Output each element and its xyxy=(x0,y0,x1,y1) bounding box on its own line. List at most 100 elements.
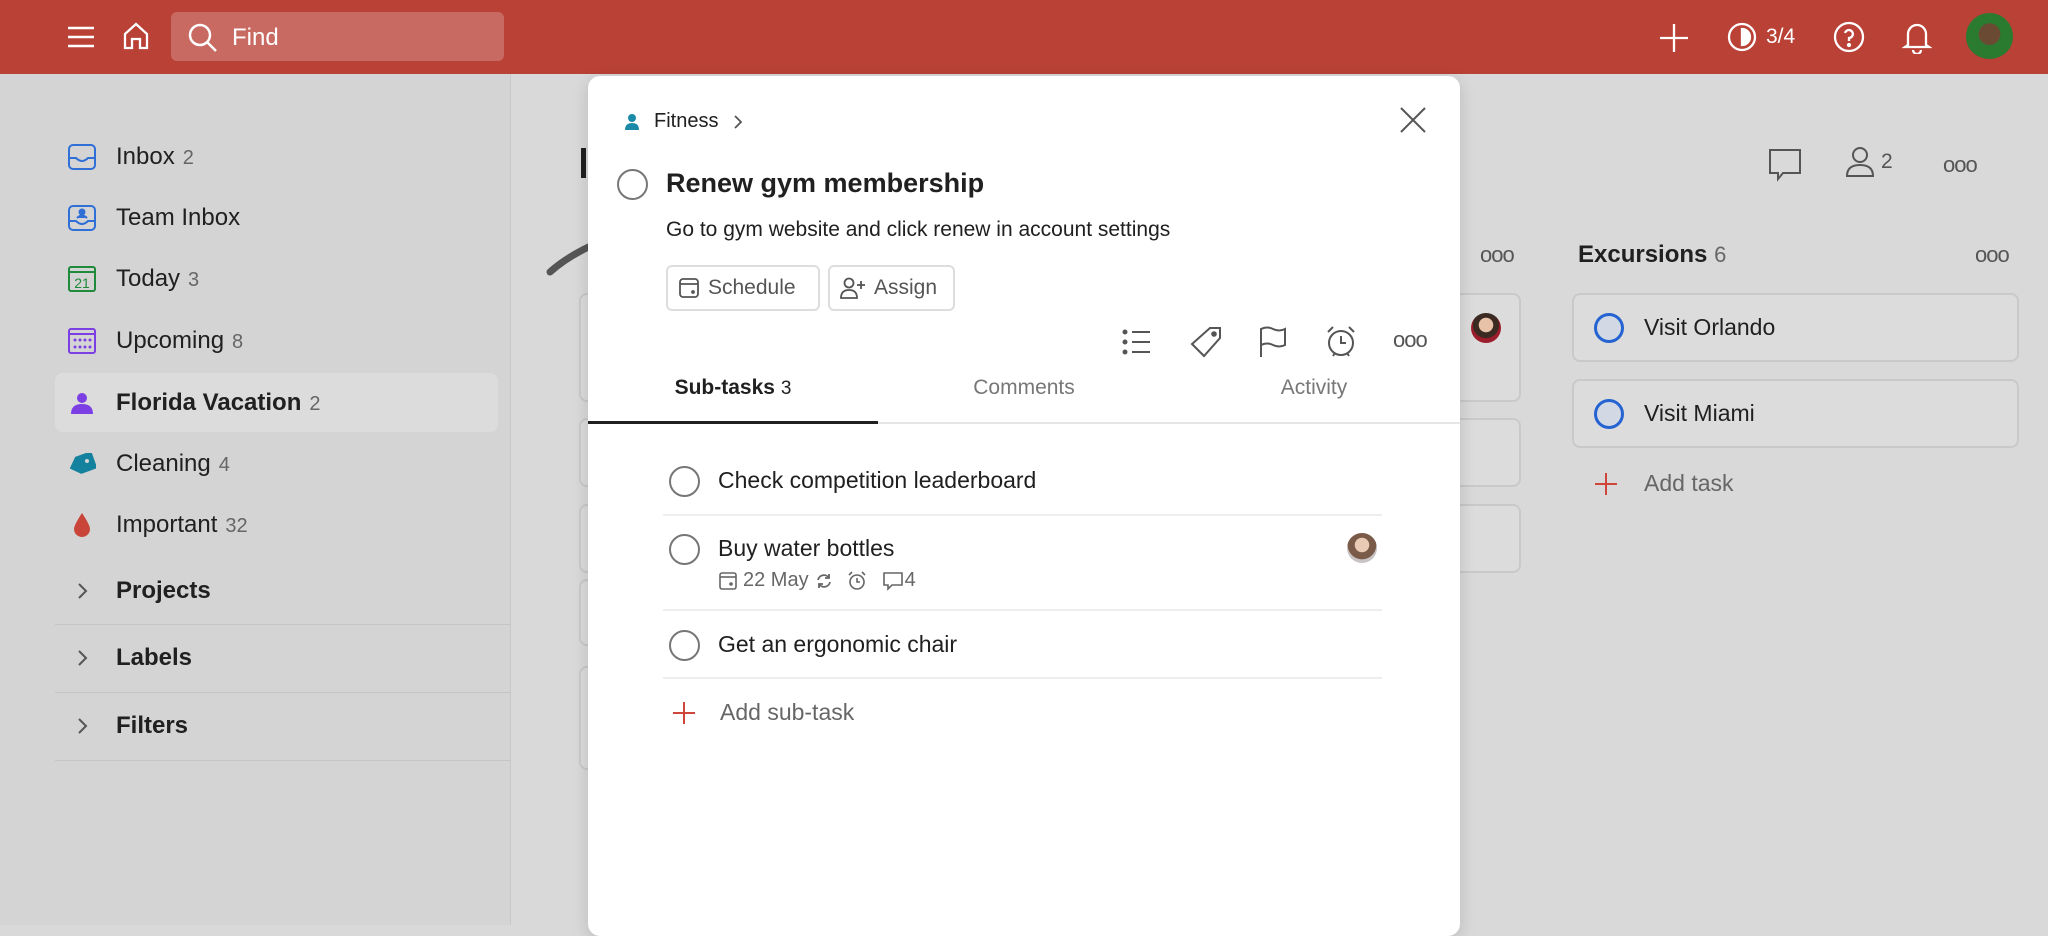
add-subtask-button[interactable]: Add sub-task xyxy=(672,699,854,726)
project-title-fragment xyxy=(581,148,586,178)
subtask-title[interactable]: Get an ergonomic chair xyxy=(718,631,957,658)
add-task-label: Add task xyxy=(1644,470,1734,496)
divider xyxy=(55,760,511,761)
tab-label: Sub-tasks xyxy=(674,376,775,399)
schedule-button[interactable]: Schedule xyxy=(666,265,820,311)
chevron-right-icon xyxy=(67,643,97,673)
reminder-icon[interactable] xyxy=(1325,325,1357,359)
task-detail-modal: Fitness Renew gym membership Go to gym w… xyxy=(588,76,1460,936)
top-bar: Find 3/4 xyxy=(0,0,2048,74)
sidebar-section-labels[interactable]: Labels xyxy=(55,628,498,687)
calendar-today-icon: 21 xyxy=(67,264,97,294)
divider xyxy=(663,677,1382,679)
excursions-more-icon[interactable]: ooo xyxy=(1975,242,2010,268)
task-title: Visit Miami xyxy=(1644,400,1755,426)
add-subtask-label: Add sub-task xyxy=(720,699,855,725)
subtask-assignee-avatar xyxy=(1347,533,1377,563)
breadcrumb[interactable]: Fitness xyxy=(624,110,744,133)
task-card-visit-orlando[interactable]: Visit Orlando xyxy=(1572,293,2019,362)
comments-icon[interactable] xyxy=(1768,148,1802,187)
schedule-label: Schedule xyxy=(708,276,796,299)
subtask-checkbox[interactable] xyxy=(669,466,700,497)
add-task-button[interactable]: Add task xyxy=(1594,470,1734,497)
task-card-visit-miami[interactable]: Visit Miami xyxy=(1572,379,2019,448)
subtask-comment-count: 4 xyxy=(904,569,916,591)
column-title: Excursions xyxy=(1578,241,1708,268)
svg-text:21: 21 xyxy=(74,275,90,291)
divider xyxy=(663,609,1382,611)
home-icon[interactable] xyxy=(120,20,152,52)
subtask-title[interactable]: Buy water bottles xyxy=(718,535,894,562)
recurring-icon xyxy=(816,573,831,588)
person-icon xyxy=(625,113,639,130)
user-avatar[interactable] xyxy=(1966,13,2013,60)
sidebar-item-label: Upcoming xyxy=(116,326,225,354)
sidebar-item-upcoming[interactable]: Upcoming 8 xyxy=(55,311,498,370)
subtask-checkbox[interactable] xyxy=(669,630,700,661)
label-icon[interactable] xyxy=(1190,326,1222,358)
bell-icon[interactable] xyxy=(1901,20,1933,54)
subtask-title[interactable]: Check competition leaderboard xyxy=(718,467,1036,494)
sidebar-item-today[interactable]: 21 Today 3 xyxy=(55,249,498,308)
divider xyxy=(55,692,511,693)
task-title[interactable]: Renew gym membership xyxy=(666,168,984,199)
active-tab-indicator xyxy=(588,421,878,424)
more-actions-icon[interactable]: ooo xyxy=(1393,327,1428,353)
karma-count: 3/4 xyxy=(1766,25,1796,48)
menu-icon[interactable] xyxy=(66,22,96,52)
list-icon[interactable] xyxy=(1122,328,1152,356)
subtask-checkbox[interactable] xyxy=(669,534,700,565)
task-checkbox[interactable] xyxy=(1594,312,1624,343)
share-button[interactable]: 2 xyxy=(1845,146,1893,178)
tab-activity[interactable]: Activity xyxy=(1281,376,1348,400)
sidebar-section-label: Projects xyxy=(116,576,211,604)
sidebar-item-inbox[interactable]: Inbox 2 xyxy=(55,127,498,186)
divider xyxy=(663,514,1382,516)
plus-icon xyxy=(1595,472,1617,495)
calendar-icon xyxy=(719,571,737,590)
inbox-icon xyxy=(67,142,97,172)
karma-button[interactable]: 3/4 xyxy=(1726,21,1795,53)
chevron-right-icon xyxy=(734,114,743,129)
chevron-right-icon xyxy=(67,576,97,606)
sidebar-item-count: 3 xyxy=(188,268,200,291)
help-icon[interactable] xyxy=(1833,21,1865,53)
reminder-icon xyxy=(848,570,866,590)
assignee-avatar xyxy=(1471,313,1501,343)
task-complete-checkbox[interactable] xyxy=(617,169,648,200)
add-task-button[interactable] xyxy=(1658,22,1690,54)
search-placeholder: Find xyxy=(232,24,279,51)
tab-sub-tasks[interactable]: Sub-tasks 3 xyxy=(675,376,792,400)
task-checkbox[interactable] xyxy=(1594,398,1624,429)
sidebar-item-label: Cleaning xyxy=(116,449,211,477)
sidebar-item-count: 2 xyxy=(309,392,321,415)
search-input[interactable]: Find xyxy=(171,12,504,61)
sidebar-item-florida-vacation[interactable]: Florida Vacation 2 xyxy=(55,373,498,432)
assign-button[interactable]: Assign xyxy=(828,265,955,311)
sidebar-section-filters[interactable]: Filters xyxy=(55,696,498,755)
tab-comments[interactable]: Comments xyxy=(973,376,1075,400)
column-more-icon[interactable]: ooo xyxy=(1480,242,1515,268)
sidebar-item-count: 4 xyxy=(218,453,230,476)
drop-icon xyxy=(67,510,97,540)
assign-label: Assign xyxy=(874,276,938,299)
sidebar-item-team-inbox[interactable]: Team Inbox xyxy=(55,188,498,247)
project-more-icon[interactable]: ooo xyxy=(1943,152,1978,178)
sidebar-item-count: 32 xyxy=(225,514,248,537)
add-person-icon xyxy=(840,277,865,299)
sidebar-section-projects[interactable]: Projects xyxy=(55,561,498,620)
subtask-meta: 22 May 4 xyxy=(719,569,916,592)
search-icon xyxy=(188,23,217,52)
sidebar-item-important[interactable]: Important 32 xyxy=(55,495,498,554)
flag-icon[interactable] xyxy=(1258,326,1288,358)
calendar-icon xyxy=(679,278,699,298)
subtask-due-date: 22 May xyxy=(743,569,809,591)
close-icon[interactable] xyxy=(1400,107,1426,133)
sidebar: Inbox 2 Team Inbox 21 Today 3 Upcoming 8 Fl… xyxy=(0,74,511,925)
sidebar-item-label: Important xyxy=(116,510,218,538)
tab-count: 3 xyxy=(780,378,792,399)
task-description[interactable]: Go to gym website and click renew in acc… xyxy=(666,218,1170,242)
sidebar-item-cleaning[interactable]: Cleaning 4 xyxy=(55,434,498,493)
sidebar-item-label: Florida Vacation xyxy=(116,388,302,416)
calendar-upcoming-icon xyxy=(67,326,97,356)
